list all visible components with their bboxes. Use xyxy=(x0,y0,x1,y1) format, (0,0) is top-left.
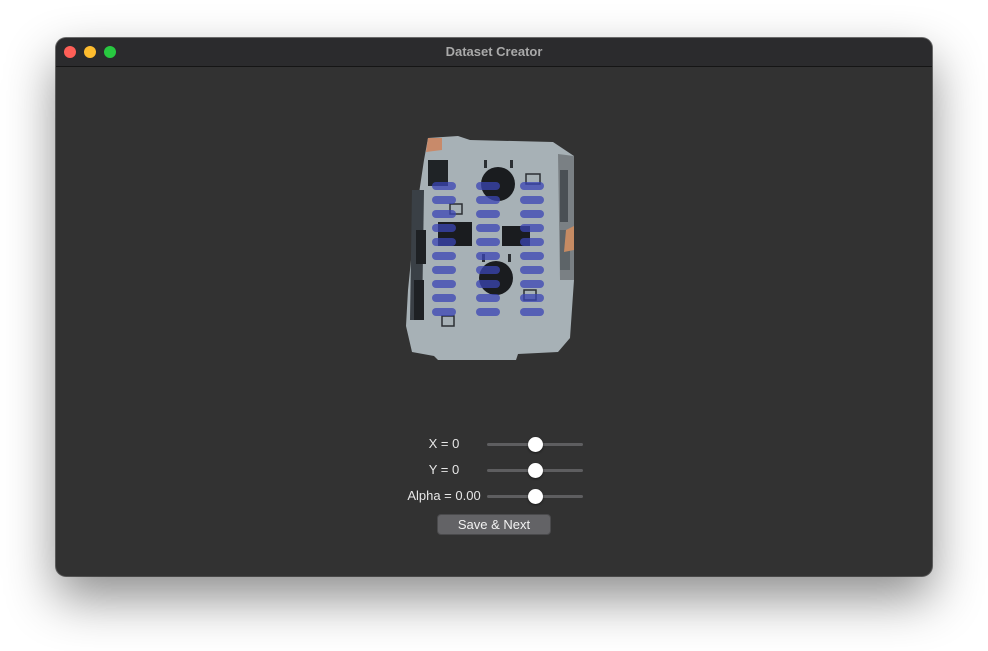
title-bar[interactable]: Dataset Creator xyxy=(56,38,932,67)
y-control-row: Y = 0 xyxy=(56,458,932,482)
x-slider[interactable] xyxy=(487,432,583,456)
pcb-image xyxy=(406,136,574,360)
pcb-pad xyxy=(508,254,511,262)
y-slider-knob[interactable] xyxy=(528,463,543,478)
image-preview xyxy=(398,130,588,370)
save-next-button[interactable]: Save & Next xyxy=(437,514,551,535)
alpha-control-row: Alpha = 0.00 xyxy=(56,484,932,508)
pcb-left-slot xyxy=(416,230,426,264)
x-label: X = 0 xyxy=(428,436,460,451)
x-slider-knob[interactable] xyxy=(528,437,543,452)
pcb-corner-orange xyxy=(426,138,442,152)
x-control-row: X = 0 xyxy=(56,432,932,456)
app-window: Dataset Creator X = 0 Y = 0 Alpha = 0.00… xyxy=(56,38,932,576)
pcb-pad xyxy=(510,160,513,168)
pcb-left-slot xyxy=(414,280,424,320)
pcb-pad xyxy=(484,160,487,168)
y-label: Y = 0 xyxy=(428,462,460,477)
pcb-right-slot xyxy=(560,170,568,222)
y-slider[interactable] xyxy=(487,458,583,482)
alpha-slider-knob[interactable] xyxy=(528,489,543,504)
alpha-slider[interactable] xyxy=(487,484,583,508)
alpha-label: Alpha = 0.00 xyxy=(407,488,481,503)
window-title: Dataset Creator xyxy=(445,44,543,59)
